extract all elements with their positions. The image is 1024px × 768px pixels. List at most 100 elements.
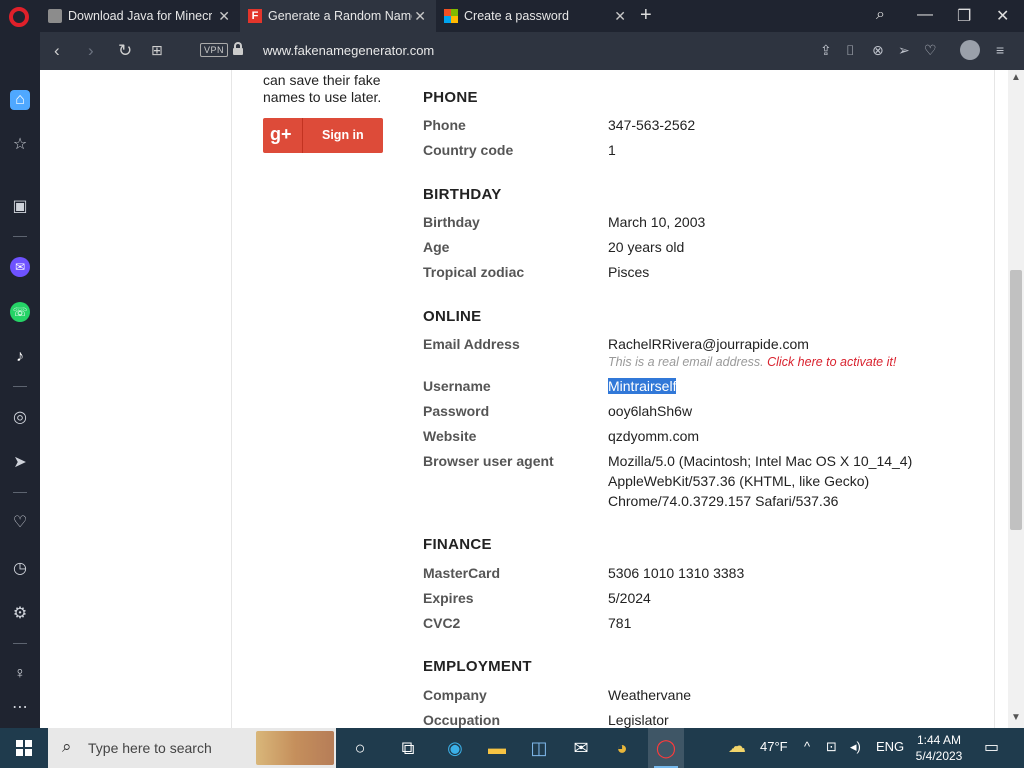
save-names-promo: can save their fake names to use later. bbox=[263, 72, 382, 105]
search-icon: ⌕ bbox=[62, 737, 72, 756]
phone-value: 347-563-2562 bbox=[608, 117, 696, 133]
country-code-value: 1 bbox=[608, 142, 616, 158]
back-icon[interactable]: ‹ bbox=[54, 41, 60, 61]
home-icon[interactable]: ⌂ bbox=[10, 90, 30, 110]
fakename-favicon-icon: F bbox=[248, 9, 262, 23]
bookmarks-heart-icon[interactable]: ♡ bbox=[10, 513, 30, 533]
show-hidden-icons-icon[interactable]: ^ bbox=[804, 739, 810, 754]
field-label: MasterCard bbox=[423, 565, 501, 581]
website-value: qzdyomm.com bbox=[608, 428, 700, 444]
search-highlight-image bbox=[256, 731, 334, 765]
network-icon[interactable]: ⊡ bbox=[826, 739, 837, 755]
system-clock[interactable]: 1:44 AM 5/4/2023 bbox=[910, 732, 968, 764]
field-label: Tropical zodiac bbox=[423, 264, 525, 280]
store-icon[interactable]: ◫ bbox=[528, 737, 550, 759]
star-icon[interactable]: ☆ bbox=[10, 135, 30, 155]
cortana-icon[interactable]: ○ bbox=[349, 737, 371, 759]
address-bar: ‹ › ↻ ⊞ VPN www.fakenamegenerator.com ⇪ … bbox=[40, 32, 1024, 70]
whatsapp-icon[interactable]: ☏ bbox=[10, 302, 30, 322]
history-icon[interactable]: ◷ bbox=[10, 559, 30, 579]
restore-icon[interactable]: ❐ bbox=[957, 6, 971, 26]
easy-setup-icon[interactable]: ≡ bbox=[996, 42, 1004, 58]
forward-icon[interactable]: › bbox=[88, 41, 94, 61]
ad-block-icon[interactable]: ⊗ bbox=[872, 42, 884, 59]
tab-grid-icon[interactable]: ⊞ bbox=[151, 42, 163, 59]
mastercard-value: 5306 1010 1310 3383 bbox=[608, 565, 745, 581]
windows-start-icon[interactable] bbox=[16, 740, 32, 756]
field-label: Email Address bbox=[423, 336, 520, 352]
opera-sidebar: ⌂ ☆ ▣ ✉ ☏ ♪ ◎ ➤ ♡ ◷ ⚙ ♀ ⋯ bbox=[0, 32, 40, 728]
field-label: Occupation bbox=[423, 712, 501, 728]
share-icon[interactable]: ⇪ bbox=[820, 42, 832, 59]
field-label: Browser user agent bbox=[423, 453, 554, 469]
more-icon[interactable]: ⋯ bbox=[10, 698, 30, 718]
shopping-bag-icon[interactable]: ▣ bbox=[10, 197, 30, 217]
url-field[interactable]: www.fakenamegenerator.com bbox=[263, 43, 434, 58]
player-icon[interactable]: ◎ bbox=[10, 408, 30, 428]
lock-icon[interactable] bbox=[233, 42, 243, 55]
company-value: Weathervane bbox=[608, 687, 692, 703]
minimize-icon[interactable]: — bbox=[917, 6, 933, 24]
user-agent-value: Mozilla/5.0 (Macintosh; Intel Mac OS X 1… bbox=[608, 453, 913, 509]
microsoft-favicon-icon bbox=[444, 9, 458, 23]
send-icon[interactable]: ➢ bbox=[898, 42, 910, 59]
vpn-badge[interactable]: VPN bbox=[200, 43, 229, 57]
google-sign-in-button[interactable]: g+ Sign in bbox=[263, 118, 383, 153]
volume-icon[interactable]: ◂) bbox=[850, 739, 861, 755]
field-label: Country code bbox=[423, 142, 514, 158]
expires-value: 5/2024 bbox=[608, 590, 651, 606]
cvc2-value: 781 bbox=[608, 615, 632, 631]
email-note: This is a real email address. Click here… bbox=[608, 355, 897, 369]
opera-taskbar-icon[interactable]: ◯ bbox=[655, 737, 677, 759]
google-plus-icon: g+ bbox=[270, 124, 292, 144]
tab-generate-random-name[interactable]: F Generate a Random Name ✕ bbox=[240, 0, 436, 32]
page-content: can save their fake names to use later. … bbox=[40, 70, 1008, 728]
tips-lightbulb-icon[interactable]: ♀ bbox=[10, 664, 30, 684]
heart-icon[interactable]: ♡ bbox=[924, 42, 937, 59]
tab-download-java[interactable]: Download Java for Minecraft ✕ bbox=[40, 0, 240, 32]
section-heading-phone: PHONE bbox=[423, 89, 478, 106]
section-heading-birthday: BIRTHDAY bbox=[423, 186, 502, 203]
activate-email-link[interactable]: Click here to activate it! bbox=[767, 355, 896, 369]
username-selection: Mintrairself bbox=[608, 378, 677, 394]
close-tab-icon[interactable]: ✕ bbox=[218, 8, 230, 25]
field-label: Phone bbox=[423, 117, 466, 133]
profile-avatar[interactable] bbox=[960, 40, 980, 60]
birthday-value: March 10, 2003 bbox=[608, 214, 706, 230]
page-scrollbar[interactable]: ▲ ▼ bbox=[1008, 70, 1024, 728]
scroll-down-icon[interactable]: ▼ bbox=[1011, 712, 1021, 723]
chrome-icon[interactable]: ◕ bbox=[611, 737, 633, 759]
close-tab-icon[interactable]: ✕ bbox=[614, 8, 626, 25]
edge-icon[interactable]: ◉ bbox=[444, 737, 466, 759]
notifications-icon[interactable]: ▭ bbox=[984, 737, 999, 757]
weather-icon[interactable]: ☁ bbox=[728, 736, 746, 757]
reload-icon[interactable]: ↻ bbox=[118, 41, 132, 61]
messenger-icon[interactable]: ✉ bbox=[10, 257, 30, 277]
tab-create-password[interactable]: Create a password ✕ bbox=[436, 0, 636, 32]
scrollbar-thumb[interactable] bbox=[1010, 270, 1022, 530]
field-label: Age bbox=[423, 239, 450, 255]
settings-icon[interactable]: ⚙ bbox=[10, 604, 30, 624]
opera-menu-icon[interactable] bbox=[9, 7, 29, 27]
new-tab-button[interactable]: + bbox=[640, 4, 652, 27]
field-label: Password bbox=[423, 403, 490, 419]
occupation-value: Legislator bbox=[608, 712, 669, 728]
camera-icon[interactable]: ⌷ bbox=[846, 42, 854, 59]
scroll-up-icon[interactable]: ▲ bbox=[1011, 72, 1021, 83]
file-explorer-icon[interactable]: ▬ bbox=[486, 737, 508, 759]
field-label: Expires bbox=[423, 590, 474, 606]
username-value[interactable]: Mintrairself bbox=[608, 376, 677, 396]
language-indicator[interactable]: ENG bbox=[876, 739, 904, 754]
tiktok-icon[interactable]: ♪ bbox=[10, 347, 30, 367]
close-tab-icon[interactable]: ✕ bbox=[414, 8, 426, 25]
field-label: Username bbox=[423, 378, 491, 394]
mail-icon[interactable]: ✉ bbox=[570, 737, 592, 759]
close-window-icon[interactable]: ✕ bbox=[996, 6, 1009, 26]
section-heading-employment: EMPLOYMENT bbox=[423, 658, 532, 675]
flow-icon[interactable]: ➤ bbox=[10, 453, 30, 473]
taskbar-search-box[interactable]: ⌕ Type here to search bbox=[48, 728, 336, 768]
section-heading-finance: FINANCE bbox=[423, 536, 492, 553]
task-view-icon[interactable]: ⧉ bbox=[397, 737, 419, 759]
search-tabs-icon[interactable]: ⌕ bbox=[876, 6, 885, 24]
weather-temperature[interactable]: 47°F bbox=[760, 739, 788, 754]
